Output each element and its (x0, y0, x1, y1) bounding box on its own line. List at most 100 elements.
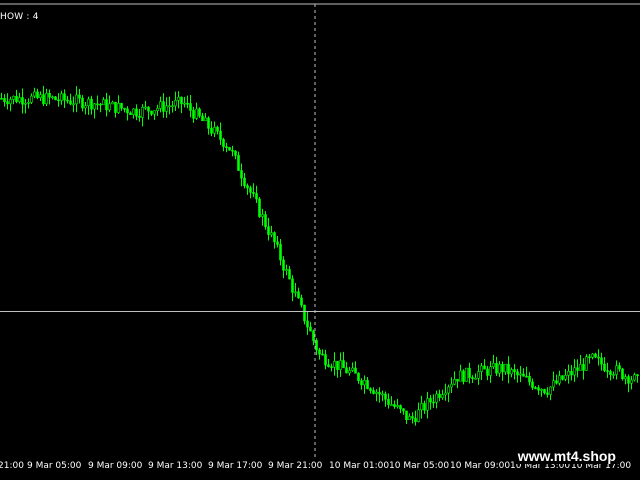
time-label: 10 Mar 01:00 (329, 461, 390, 471)
time-label: 9 Mar 21:00 (268, 461, 323, 471)
candle-body (579, 364, 582, 371)
candle-body (447, 386, 450, 394)
candle-body (462, 370, 465, 382)
candle-body (276, 241, 279, 245)
candle-body (18, 97, 21, 103)
candle-body (615, 365, 618, 375)
candle-body (414, 417, 417, 422)
indicator-label: HOW : 4 (0, 12, 39, 22)
candle-body (39, 94, 42, 98)
candle-body (348, 370, 351, 374)
candle-body (201, 115, 204, 122)
candle-body (495, 363, 498, 374)
candle-body (96, 103, 99, 106)
candle-body (12, 95, 15, 100)
time-label: 21:00 (0, 461, 24, 471)
candle-body (72, 103, 75, 106)
candle-body (198, 108, 201, 117)
candle-body (468, 367, 471, 378)
candle-body (51, 96, 54, 99)
candle-body (234, 150, 237, 156)
candle-body (243, 177, 246, 187)
candle-body (423, 403, 426, 411)
candle-body (9, 99, 12, 105)
candle-body (297, 291, 300, 299)
candle-body (459, 370, 462, 382)
candle-body (252, 191, 255, 194)
candle-body (417, 409, 420, 422)
candle-body (93, 103, 96, 110)
candle-body (255, 193, 258, 200)
candle-body (336, 361, 339, 370)
candle-body (111, 101, 114, 105)
candle-body (45, 92, 48, 105)
candle-body (519, 373, 522, 376)
candle-body (441, 394, 444, 398)
candle-body (150, 110, 153, 115)
candle-body (582, 364, 585, 371)
candle-body (591, 353, 594, 358)
candle-body (303, 304, 306, 322)
candle-body (6, 101, 9, 105)
candle-body (216, 126, 219, 132)
chart-canvas[interactable] (0, 0, 640, 460)
candle-body (192, 110, 195, 119)
candle-body (432, 401, 435, 404)
candle-body (225, 146, 228, 148)
candle-body (246, 185, 249, 189)
time-label: 9 Mar 13:00 (148, 461, 203, 471)
candle-body (507, 363, 510, 375)
candle-body (492, 363, 495, 367)
candle-body (393, 404, 396, 407)
candle-body (27, 102, 30, 104)
candle-body (366, 380, 369, 389)
candle-body (288, 269, 291, 280)
candle-body (420, 403, 423, 411)
candle-body (600, 357, 603, 365)
candle-body (327, 364, 330, 367)
candle-body (387, 398, 390, 405)
candle-body (318, 349, 321, 355)
candle-body (249, 187, 252, 193)
candle-body (501, 364, 504, 373)
candle-body (342, 360, 345, 369)
candle-body (117, 103, 120, 113)
candle-body (453, 378, 456, 385)
time-label: 9 Mar 05:00 (27, 461, 82, 471)
candle-body (474, 377, 477, 380)
candle-body (498, 364, 501, 374)
candle-body (123, 108, 126, 110)
candle-body (330, 366, 333, 368)
candle-body (294, 291, 297, 294)
candle-body (54, 96, 57, 101)
candle-body (273, 232, 276, 243)
candle-body (381, 393, 384, 396)
candle-body (78, 94, 81, 99)
candle-body (195, 108, 198, 119)
candle-body (438, 393, 441, 398)
candle-body (570, 371, 573, 376)
candle-body (279, 244, 282, 261)
candle-body (42, 94, 45, 105)
candle-body (120, 103, 123, 109)
candle-body (567, 371, 570, 376)
price-chart[interactable]: HOW : 4 (0, 0, 640, 460)
candle-body (135, 108, 138, 117)
candle-body (510, 369, 513, 375)
candle-body (15, 95, 18, 103)
candle-body (471, 377, 474, 379)
candle-body (390, 404, 393, 406)
candle-body (360, 380, 363, 386)
candle-body (309, 326, 312, 332)
candle-body (339, 360, 342, 370)
candle-body (429, 398, 432, 403)
candle-body (180, 96, 183, 105)
candle-body (300, 297, 303, 306)
time-label: 9 Mar 17:00 (208, 461, 263, 471)
candle-body (345, 367, 348, 374)
candle-body (177, 96, 180, 101)
time-label: 10 Mar 05:00 (389, 461, 450, 471)
candle-body (603, 363, 606, 371)
candle-body (543, 389, 546, 394)
candle-body (183, 102, 186, 105)
